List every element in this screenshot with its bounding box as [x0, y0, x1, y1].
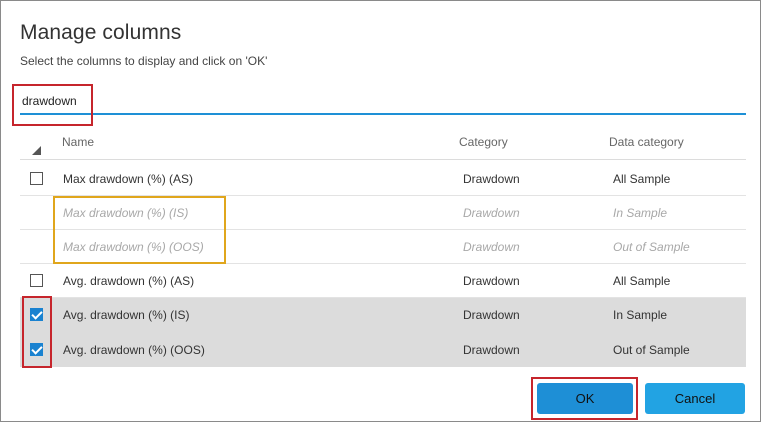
column-header-data-category[interactable]: Data category	[609, 135, 684, 149]
row-checkbox[interactable]	[30, 172, 43, 185]
table-row[interactable]: Max drawdown (%) (AS) Drawdown All Sampl…	[20, 162, 746, 196]
row-name: Avg. drawdown (%) (AS)	[63, 274, 195, 288]
row-category: Drawdown	[463, 308, 520, 322]
search-input[interactable]	[20, 89, 746, 115]
disabled-rows-highlight-box	[53, 196, 226, 264]
cancel-button[interactable]: Cancel	[645, 383, 745, 414]
row-checkbox[interactable]	[30, 274, 43, 287]
column-header-name[interactable]: Name	[62, 135, 94, 149]
table-header: Name Category Data category	[20, 126, 746, 160]
row-data-category: All Sample	[613, 172, 671, 186]
table-row[interactable]: Avg. drawdown (%) (OOS) Drawdown Out of …	[20, 332, 746, 367]
row-data-category: In Sample	[613, 308, 668, 322]
row-category: Drawdown	[463, 240, 520, 254]
dialog-title: Manage columns	[20, 21, 182, 44]
row-name: Avg. drawdown (%) (IS)	[63, 308, 190, 322]
row-category: Drawdown	[463, 172, 520, 186]
row-category: Drawdown	[463, 274, 520, 288]
dialog-subtitle: Select the columns to display and click …	[20, 54, 268, 68]
manage-columns-dialog: Manage columns Select the columns to dis…	[0, 0, 761, 422]
sort-indicator-icon[interactable]	[32, 146, 41, 155]
column-header-category[interactable]: Category	[459, 135, 508, 149]
row-data-category: Out of Sample	[613, 240, 690, 254]
row-data-category: Out of Sample	[613, 343, 690, 357]
row-category: Drawdown	[463, 206, 520, 220]
row-name: Max drawdown (%) (AS)	[63, 172, 194, 186]
search-highlight-box	[12, 84, 93, 126]
table-row[interactable]: Avg. drawdown (%) (AS) Drawdown All Samp…	[20, 264, 746, 298]
row-data-category: In Sample	[613, 206, 668, 220]
row-name: Avg. drawdown (%) (OOS)	[63, 343, 205, 357]
table-row[interactable]: Avg. drawdown (%) (IS) Drawdown In Sampl…	[20, 298, 746, 332]
row-category: Drawdown	[463, 343, 520, 357]
ok-highlight-box	[531, 377, 638, 420]
checkboxes-highlight-box	[22, 296, 52, 368]
row-data-category: All Sample	[613, 274, 671, 288]
